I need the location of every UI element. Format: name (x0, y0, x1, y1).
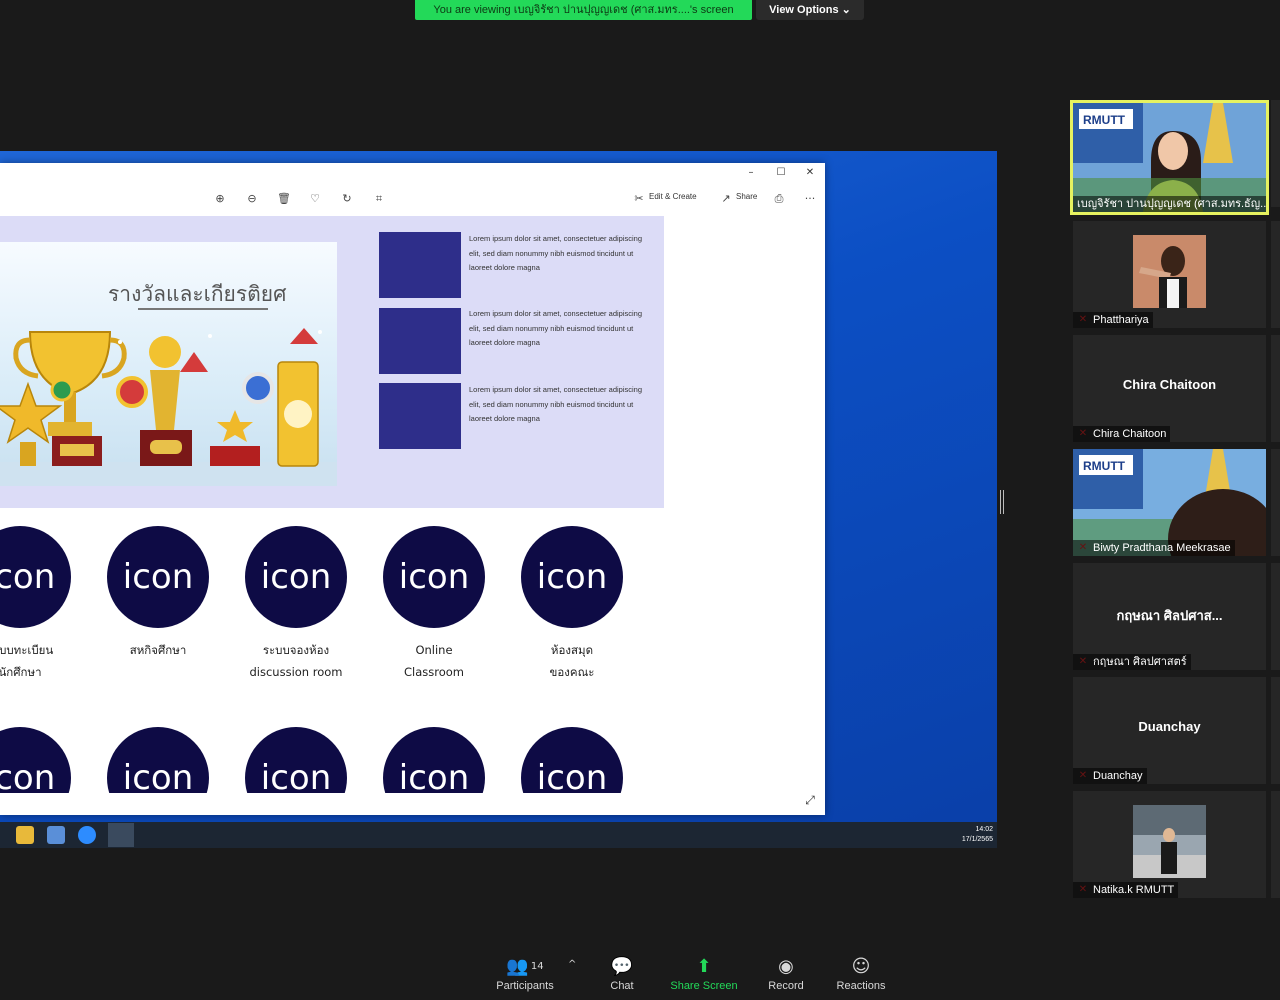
participant-video (1133, 235, 1206, 308)
record-label: Record (768, 980, 804, 992)
participant-tile-partial[interactable] (1271, 100, 1280, 207)
lorem-text-1: Lorem ipsum dolor sit amet, consectetuer… (469, 234, 642, 272)
slide-bottom-mask (0, 793, 825, 815)
participant-name: Natika.k RMUTT (1073, 882, 1179, 898)
more-options-button[interactable]: ··· (802, 191, 818, 207)
icon-placeholder-circle: icon (0, 526, 71, 628)
favorite-icon[interactable]: ♡ (307, 191, 323, 207)
content-square-3 (379, 383, 461, 449)
participant-name: เบญจิรัชา ปานปุญญเดช (ศาส.มทร.ธัญ... (1073, 196, 1266, 212)
share-screen-label: Share Screen (670, 980, 738, 992)
participant-tile[interactable]: ✕ Phatthariya (1073, 221, 1266, 328)
awards-title: รางวัลและเกียรติยศ (108, 282, 287, 306)
participant-tile[interactable]: กฤษณา ศิลปศาส... ✕ กฤษณา ศิลปศาสตร์ (1073, 563, 1266, 670)
crop-icon[interactable]: ⌗ (371, 191, 387, 207)
lorem-text-3: Lorem ipsum dolor sit amet, consectetuer… (469, 385, 642, 423)
participant-name: กฤษณา ศิลปศาสตร์ (1073, 654, 1191, 670)
awards-card: รางวัลและเกียรติยศ (0, 242, 337, 486)
icon-placeholder-circle: icon (383, 526, 485, 628)
participant-tile[interactable]: RMUTT ✕ Biwty Pradthana Meekrasae (1073, 449, 1266, 556)
lorem-text-2: Lorem ipsum dolor sit amet, consectetuer… (469, 309, 642, 347)
slide-top-section: รางวัลและเกียรติยศ Lorem ipsum dolor sit… (0, 216, 664, 508)
icon-label-coop: สหกิจศึกษา (129, 643, 187, 657)
slide-image: รางวัลและเกียรติยศ Lorem ipsum dolor sit… (0, 216, 825, 815)
icon-label-room-booking: ระบบจองห้อง discussion room (249, 643, 343, 679)
participant-name: Phatthariya (1073, 312, 1153, 328)
participant-tile-partial[interactable] (1271, 791, 1280, 898)
svg-text:RMUTT: RMUTT (1083, 113, 1126, 127)
participant-count: 14 (530, 961, 544, 972)
file-explorer-icon[interactable] (16, 826, 34, 844)
participant-tile[interactable]: Duanchay ✕ Duanchay (1073, 677, 1266, 784)
awards-underline (138, 308, 268, 310)
close-icon[interactable]: ✕ (803, 166, 817, 180)
chevron-up-icon[interactable]: ^ (568, 959, 576, 970)
zoom-in-icon[interactable]: ⊕ (212, 191, 228, 207)
expand-icon[interactable]: ⤢ (803, 793, 817, 807)
participant-tile[interactable]: ✕ Natika.k RMUTT (1073, 791, 1266, 898)
participants-label: Participants (496, 980, 554, 992)
print-icon[interactable]: ⎙ (771, 191, 787, 207)
record-button[interactable]: ◉ Record (766, 955, 806, 993)
participants-icon: 👥 14 (506, 956, 544, 977)
content-square-1 (379, 232, 461, 298)
meeting-control-bar: 👥 14 Participants ^ 💬 Chat ⬆ Share Screen… (0, 945, 1280, 1000)
participant-name: Duanchay (1073, 768, 1147, 784)
viewing-screen-banner: You are viewing เบญจิรัชา ปานปุญญเดช (ศา… (415, 0, 752, 20)
participant-tile-partial[interactable] (1271, 335, 1280, 442)
reactions-label: Reactions (836, 980, 886, 992)
icon-label-library: ห้องสมุด ของคณะ (549, 643, 595, 679)
participant-display-name: กฤษณา ศิลปศาส... (1116, 608, 1223, 623)
zoom-app-icon[interactable] (78, 826, 96, 844)
icon-placeholder-circle: icon (107, 526, 209, 628)
photos-toolbar: ⊕ ⊖ 🗑 ♡ ↻ ⌗ ✂ Edit & Create ↗ Share ⎙ ··… (0, 183, 825, 236)
rotate-icon[interactable]: ↻ (339, 191, 355, 207)
participant-tile[interactable]: Chira Chaitoon ✕ Chira Chaitoon (1073, 335, 1266, 442)
share-screen-button[interactable]: ⬆ Share Screen (669, 955, 739, 993)
participant-name: Chira Chaitoon (1073, 426, 1171, 442)
view-options-button[interactable]: View Options ⌄ (756, 0, 864, 20)
icon-placeholder-circle: icon (521, 526, 623, 628)
record-icon: ◉ (778, 956, 794, 977)
chat-icon: 💬 (610, 956, 634, 977)
zoom-out-icon[interactable]: ⊖ (244, 191, 260, 207)
icon-label-registration: ระบบทะเบียนนักศึกษา (0, 643, 54, 679)
trophy-illustration (0, 328, 337, 486)
edit-create-button[interactable]: Edit & Create (649, 192, 697, 201)
share-icon[interactable]: ↗ (718, 191, 734, 207)
participant-video (1133, 805, 1206, 878)
participant-tile-partial[interactable] (1271, 677, 1280, 784)
delete-icon[interactable]: 🗑 (276, 191, 292, 207)
edit-create-icon[interactable]: ✂ (631, 191, 647, 207)
participant-name: Biwty Pradthana Meekrasae (1073, 540, 1235, 556)
svg-text:RMUTT: RMUTT (1083, 459, 1126, 473)
participant-tile-partial[interactable] (1271, 563, 1280, 670)
content-square-2 (379, 308, 461, 374)
chat-button[interactable]: 💬 Chat (602, 955, 642, 993)
notepad-icon[interactable] (47, 826, 65, 844)
chat-label: Chat (610, 980, 634, 992)
shared-screen: – ☐ ✕ ⊕ ⊖ 🗑 ♡ ↻ ⌗ ✂ Edit & Create ↗ Shar… (0, 151, 997, 848)
participants-button[interactable]: 👥 14 Participants (494, 955, 556, 993)
windows-taskbar: 14:02 17/1/2565 (0, 822, 997, 848)
participant-tile-active[interactable]: RMUTT เบญจิรัชา ปานปุญญเดช (ศาส.มทร.ธัญ.… (1070, 100, 1269, 215)
taskbar-clock: 14:02 17/1/2565 (961, 826, 993, 843)
participant-tile-partial[interactable] (1271, 221, 1280, 328)
window-title-bar: – ☐ ✕ (0, 163, 825, 183)
minimize-icon[interactable]: – (744, 166, 758, 180)
share-button[interactable]: Share (736, 192, 757, 201)
panel-splitter-handle[interactable] (1000, 490, 1004, 514)
zoom-meeting-window: You are viewing เบญจิรัชา ปานปุญญเดช (ศา… (0, 0, 1280, 1000)
share-screen-icon: ⬆ (696, 956, 712, 977)
reactions-icon: ☺ (851, 956, 871, 977)
participant-display-name: Chira Chaitoon (1122, 377, 1217, 392)
photos-app-icon[interactable] (108, 823, 134, 847)
maximize-icon[interactable]: ☐ (774, 166, 788, 180)
photos-app-window: – ☐ ✕ ⊕ ⊖ 🗑 ♡ ↻ ⌗ ✂ Edit & Create ↗ Shar… (0, 163, 825, 815)
reactions-button[interactable]: ☺ Reactions (834, 955, 888, 993)
icon-placeholder-circle: icon (245, 526, 347, 628)
participant-tile-partial[interactable] (1271, 449, 1280, 556)
icon-label-online-classroom: Online Classroom (403, 643, 464, 679)
participant-display-name: Duanchay (1138, 719, 1201, 734)
